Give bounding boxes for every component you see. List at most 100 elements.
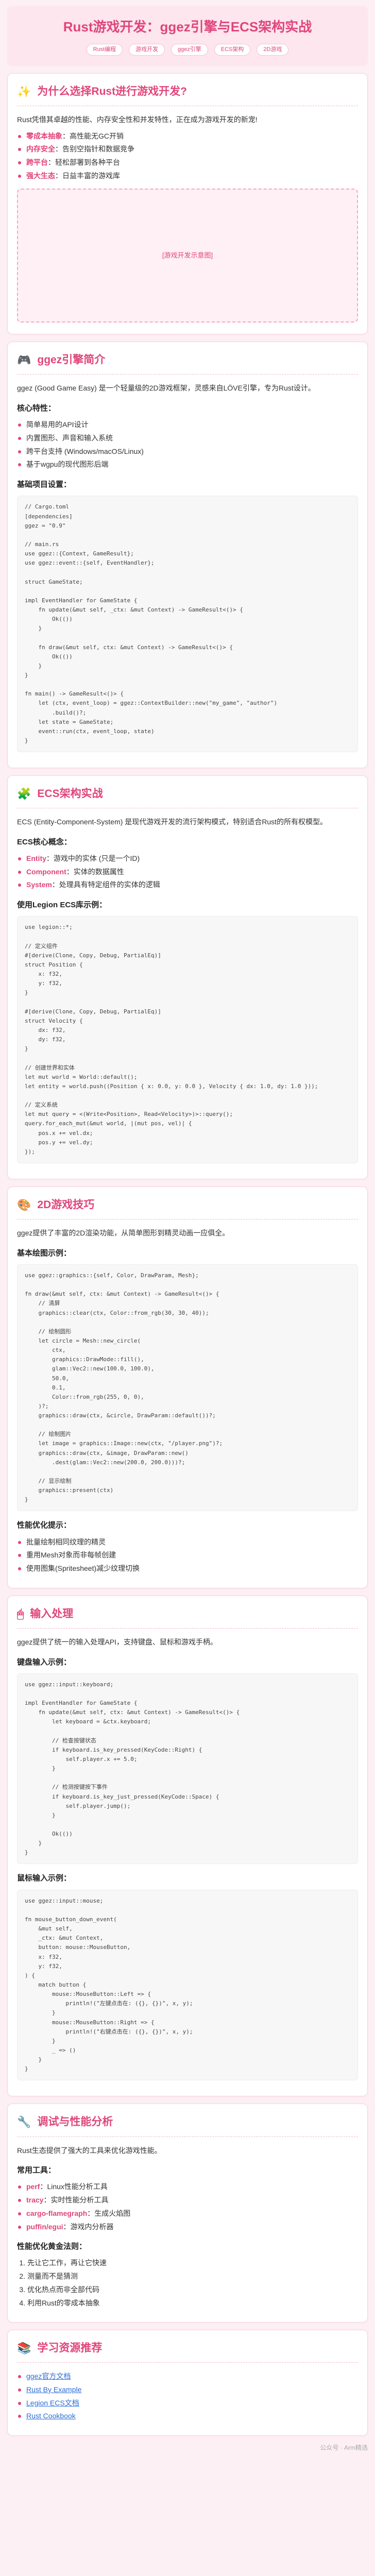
article-title: Rust游戏开发：ggez引擎与ECS架构实战 xyxy=(63,19,312,35)
feature-list: 简单易用的API设计 内置图形、声音和输入系统 跨平台支持 (Windows/m… xyxy=(17,419,358,470)
list-item: tracy：实时性能分析工具 xyxy=(17,2195,358,2206)
section-title: 🔧 调试与性能分析 xyxy=(17,2113,358,2131)
tag[interactable]: ECS架构 xyxy=(214,43,251,56)
resource-list: ggez官方文档 Rust By Example Legion ECS文档 Ru… xyxy=(17,2371,358,2422)
section-intro: ggez (Good Game Easy) 是一个轻量级的2D游戏框架，灵感来自… xyxy=(17,384,315,393)
code-block[interactable]: use ggez::graphics::{self, Color, DrawPa… xyxy=(17,1264,358,1512)
image-placeholder: [游戏开发示意图] xyxy=(17,189,358,323)
section-input: 🖱 输入处理 ggez提供了统一的输入处理API，支持键盘、鼠标和游戏手柄。 键… xyxy=(7,1595,368,2097)
puzzle-icon: 🧩 xyxy=(17,787,31,801)
section-title: ✨ 为什么选择Rust进行游戏开发? xyxy=(17,83,358,100)
rule-list: 先让它工作，再让它快速 测量而不是猜测 优化热点而非全部代码 利用Rust的零成… xyxy=(17,2258,358,2309)
list-item: Rust Cookbook xyxy=(17,2411,358,2422)
tag[interactable]: 2D游戏 xyxy=(257,43,289,56)
section-title: 🧩 ECS架构实战 xyxy=(17,785,358,803)
list-item: Entity：游戏中的实体 (只是一个ID) xyxy=(17,853,358,865)
resource-link[interactable]: Rust By Example xyxy=(26,2385,81,2394)
section-title-text: 学习资源推荐 xyxy=(37,2342,103,2354)
section-title-text: ggez引擎简介 xyxy=(37,354,106,366)
subheading: 基本绘图示例： xyxy=(17,1248,72,1258)
list-item: 先让它工作，再让它快速 xyxy=(27,2258,358,2269)
code-block[interactable]: use ggez::input::mouse; fn mouse_button_… xyxy=(17,1889,358,2081)
list-item: 跨平台支持 (Windows/macOS/Linux) xyxy=(17,446,358,457)
list-item: 基于wgpu的现代图形后端 xyxy=(17,459,358,470)
tag[interactable]: ggez引擎 xyxy=(171,43,208,56)
section-intro: ECS (Entity-Component-System) 是现代游戏开发的流行… xyxy=(17,818,328,826)
subheading: 性能优化提示： xyxy=(17,1521,72,1530)
section-intro: Rust凭借其卓越的性能、内存安全性和并发特性，正在成为游戏开发的新宠! xyxy=(17,115,258,124)
list-item: 强大生态：日益丰富的游戏库 xyxy=(17,171,358,182)
subheading: 性能优化黄金法则： xyxy=(17,2242,87,2251)
resource-link[interactable]: Legion ECS文档 xyxy=(26,2399,79,2407)
code-block[interactable]: use legion::*; // 定义组件 #[derive(Clone, C… xyxy=(17,916,358,1163)
list-item: 重用Mesh对象而非每帧创建 xyxy=(17,1550,358,1561)
list-item: Rust By Example xyxy=(17,2384,358,2396)
divider xyxy=(17,374,358,375)
list-item: cargo-flamegraph：生成火焰图 xyxy=(17,2208,358,2219)
tag[interactable]: Rust编程 xyxy=(86,43,123,56)
concept-list: Entity：游戏中的实体 (只是一个ID) Component：实体的数据属性… xyxy=(17,853,358,891)
list-item: System：处理具有特定组件的实体的逻辑 xyxy=(17,879,358,891)
section-title: 🖱 输入处理 xyxy=(17,1605,358,1623)
palette-icon: 🎨 xyxy=(17,1198,31,1211)
list-item: 优化热点而非全部代码 xyxy=(27,2284,358,2296)
gamepad-icon: 🎮 xyxy=(17,353,31,367)
code-block[interactable]: use ggez::input::keyboard; impl EventHan… xyxy=(17,1673,358,1865)
mouse-icon: 🖱 xyxy=(17,1607,24,1620)
resource-link[interactable]: ggez官方文档 xyxy=(26,2372,71,2380)
section-debug: 🔧 调试与性能分析 Rust生态提供了强大的工具来优化游戏性能。 常用工具： p… xyxy=(7,2104,368,2323)
advantage-list: 零成本抽象：高性能无GC开销 内存安全：告别空指针和数据竞争 跨平台：轻松部署到… xyxy=(17,131,358,182)
section-title-text: ECS架构实战 xyxy=(37,787,103,800)
section-title: 🎮 ggez引擎简介 xyxy=(17,351,358,369)
section-title-text: 2D游戏技巧 xyxy=(37,1198,95,1211)
list-item: puffin/egui：游戏内分析器 xyxy=(17,2222,358,2233)
list-item: 内置图形、声音和输入系统 xyxy=(17,433,358,444)
section-why-rust: ✨ 为什么选择Rust进行游戏开发? Rust凭借其卓越的性能、内存安全性和并发… xyxy=(7,73,368,335)
list-item: perf：Linux性能分析工具 xyxy=(17,2181,358,2193)
section-title-text: 为什么选择Rust进行游戏开发? xyxy=(37,85,187,97)
divider xyxy=(17,2362,358,2363)
section-intro: Rust生态提供了强大的工具来优化游戏性能。 xyxy=(17,2146,162,2155)
list-item: 简单易用的API设计 xyxy=(17,419,358,431)
code-block[interactable]: // Cargo.toml [dependencies] ggez = "0.9… xyxy=(17,496,358,753)
tool-list: perf：Linux性能分析工具 tracy：实时性能分析工具 cargo-fl… xyxy=(17,2181,358,2232)
section-title-text: 调试与性能分析 xyxy=(37,2116,113,2128)
subheading: ECS核心概念： xyxy=(17,837,72,846)
section-ecs: 🧩 ECS架构实战 ECS (Entity-Component-System) … xyxy=(7,775,368,1179)
tag-list: Rust编程 游戏开发 ggez引擎 ECS架构 2D游戏 xyxy=(18,43,357,56)
subheading: 常用工具： xyxy=(17,2166,56,2175)
subheading: 基础项目设置： xyxy=(17,480,72,489)
list-item: 零成本抽象：高性能无GC开销 xyxy=(17,131,358,142)
list-item: 跨平台：轻松部署到各种平台 xyxy=(17,157,358,168)
list-item: 测量而不是猜测 xyxy=(27,2271,358,2282)
wrench-icon: 🔧 xyxy=(17,2115,31,2129)
list-item: 利用Rust的零成本抽象 xyxy=(27,2298,358,2309)
section-intro: ggez提供了丰富的2D渲染功能，从简单图形到精灵动画一应俱全。 xyxy=(17,1229,230,1238)
article-header: Rust游戏开发：ggez引擎与ECS架构实战 Rust编程 游戏开发 ggez… xyxy=(7,6,368,66)
subheading: 使用Legion ECS库示例： xyxy=(17,901,107,910)
list-item: 批量绘制相同纹理的精灵 xyxy=(17,1537,358,1548)
subheading: 鼠标输入示例： xyxy=(17,1874,72,1883)
section-ggez: 🎮 ggez引擎简介 ggez (Good Game Easy) 是一个轻量级的… xyxy=(7,342,368,769)
article-page: Rust游戏开发：ggez引擎与ECS架构实战 Rust编程 游戏开发 ggez… xyxy=(0,0,375,2473)
image-placeholder-label: [游戏开发示意图] xyxy=(162,251,213,260)
section-title: 🎨 2D游戏技巧 xyxy=(17,1196,358,1214)
list-item: ggez官方文档 xyxy=(17,2371,358,2382)
perf-list: 批量绘制相同纹理的精灵 重用Mesh对象而非每帧创建 使用图集(Spritesh… xyxy=(17,1537,358,1574)
section-2d-tips: 🎨 2D游戏技巧 ggez提供了丰富的2D渲染功能，从简单图形到精灵动画一应俱全… xyxy=(7,1186,368,1588)
footer-watermark: 公众号 · Arm精选 xyxy=(320,2444,368,2452)
list-item: Legion ECS文档 xyxy=(17,2398,358,2409)
tag[interactable]: 游戏开发 xyxy=(129,43,165,56)
section-title: 📚 学习资源推荐 xyxy=(17,2340,358,2357)
list-item: Component：实体的数据属性 xyxy=(17,867,358,878)
books-icon: 📚 xyxy=(17,2342,31,2355)
subheading: 核心特性： xyxy=(17,404,56,413)
resource-link[interactable]: Rust Cookbook xyxy=(26,2412,76,2420)
list-item: 使用图集(Spritesheet)减少纹理切换 xyxy=(17,1563,358,1574)
subheading: 键盘输入示例： xyxy=(17,1657,72,1667)
section-title-text: 输入处理 xyxy=(30,1607,74,1620)
section-intro: ggez提供了统一的输入处理API，支持键盘、鼠标和游戏手柄。 xyxy=(17,1637,217,1646)
sparkle-icon: ✨ xyxy=(17,84,31,98)
section-resources: 📚 学习资源推荐 ggez官方文档 Rust By Example Legion… xyxy=(7,2330,368,2436)
divider xyxy=(17,1628,358,1629)
